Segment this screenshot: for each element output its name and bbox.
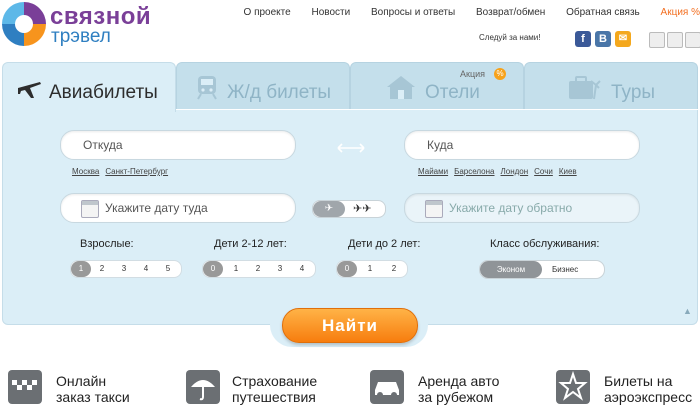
service-aeroexpress-line1: Билеты на xyxy=(604,373,673,389)
service-class-label: Класс обслуживания: xyxy=(490,238,600,250)
children-option[interactable]: 4 xyxy=(297,264,307,273)
tab-tours-label: Туры xyxy=(611,82,656,103)
service-class-selector[interactable]: Эконом Бизнес xyxy=(479,260,605,279)
follow-label: Следуй за нами! xyxy=(479,33,541,42)
nav-about[interactable]: О проекте xyxy=(244,7,291,18)
quick-link-kiev[interactable]: Киев xyxy=(559,167,577,176)
children-option[interactable]: 2 xyxy=(253,264,263,273)
children-selector[interactable]: 0 1 2 3 4 xyxy=(202,260,316,278)
one-way-plane-icon[interactable]: ✈ xyxy=(313,201,345,217)
quick-link-london[interactable]: Лондон xyxy=(501,167,529,176)
promo-badge: Акция xyxy=(460,69,485,79)
search-panel: Авиабилеты Ж/д билеты Отели Акция % Туры… xyxy=(2,62,698,325)
quick-link-moscow[interactable]: Москва xyxy=(72,167,99,176)
header: связной трэвел О проекте Новости Вопросы… xyxy=(0,0,700,62)
train-icon xyxy=(197,76,217,100)
collapse-arrow-icon[interactable]: ▲ xyxy=(683,306,695,316)
nav-news[interactable]: Новости xyxy=(311,7,350,18)
tab-tours[interactable]: Туры xyxy=(524,62,698,109)
taxi-icon xyxy=(8,370,42,404)
adults-option[interactable]: 2 xyxy=(97,264,107,273)
from-quick-links: Москва Санкт-Петербург xyxy=(72,167,174,176)
promo-percent-icon: % xyxy=(494,68,506,80)
mobile-app-icon[interactable] xyxy=(649,32,665,48)
house-icon xyxy=(387,76,415,99)
adults-option[interactable]: 3 xyxy=(119,264,129,273)
tab-flights-label: Авиабилеты xyxy=(49,82,158,103)
tab-trains-label: Ж/д билеты xyxy=(227,82,332,103)
vkontakte-icon[interactable]: В xyxy=(595,31,611,47)
car-icon xyxy=(370,370,404,404)
facebook-icon[interactable]: f xyxy=(575,31,591,47)
android-icon[interactable] xyxy=(667,32,683,48)
calendar-icon xyxy=(81,200,99,218)
date-back-placeholder: Укажите дату обратно xyxy=(449,201,573,215)
quick-link-miami[interactable]: Майами xyxy=(418,167,448,176)
infants-selector[interactable]: 0 1 2 xyxy=(336,260,408,278)
search-button[interactable]: Найти xyxy=(282,308,418,343)
date-back-input[interactable]: Укажите дату обратно xyxy=(404,193,640,223)
logo[interactable]: связной трэвел xyxy=(2,2,172,50)
calendar-icon xyxy=(425,200,443,218)
nav-faq[interactable]: Вопросы и ответы xyxy=(371,7,455,18)
class-business[interactable]: Бизнес xyxy=(552,261,578,278)
class-economy[interactable]: Эконом xyxy=(480,261,542,278)
trip-type-toggle[interactable]: ✈ ✈✈ xyxy=(312,200,386,218)
tab-hotels-label: Отели xyxy=(425,82,480,103)
date-there-placeholder: Укажите дату туда xyxy=(105,201,208,215)
nav-refund[interactable]: Возврат/обмен xyxy=(476,7,545,18)
top-navigation: О проекте Новости Вопросы и ответы Возвр… xyxy=(226,7,700,18)
children-label: Дети 2-12 лет: xyxy=(214,238,287,250)
swap-arrow-icon[interactable] xyxy=(337,143,365,153)
quick-link-sochi[interactable]: Сочи xyxy=(534,167,553,176)
round-trip-plane-icon[interactable]: ✈✈ xyxy=(353,201,371,217)
from-input[interactable]: Откуда xyxy=(60,130,296,160)
logo-mark-icon xyxy=(2,2,46,46)
service-car-rental-line1: Аренда авто xyxy=(418,373,500,389)
infants-option[interactable]: 2 xyxy=(389,264,399,273)
tab-hotels[interactable]: Отели Акция % xyxy=(350,62,524,109)
service-taxi-line2: заказ такси xyxy=(56,389,130,405)
mail-icon[interactable]: ✉ xyxy=(615,31,631,47)
infants-option[interactable]: 0 xyxy=(337,261,357,277)
tab-flights[interactable]: Авиабилеты xyxy=(2,62,176,112)
infants-label: Дети до 2 лет: xyxy=(348,238,421,250)
quick-link-barcelona[interactable]: Барселона xyxy=(454,167,494,176)
airplane-icon xyxy=(18,82,41,98)
quick-link-spb[interactable]: Санкт-Петербург xyxy=(105,167,168,176)
infants-option[interactable]: 1 xyxy=(365,264,375,273)
date-there-input[interactable]: Укажите дату туда xyxy=(60,193,296,223)
nav-feedback[interactable]: Обратная связь xyxy=(566,7,640,18)
suitcase-icon xyxy=(569,76,601,100)
logo-subtitle: трэвел xyxy=(51,26,111,47)
service-taxi-line1: Онлайн xyxy=(56,373,107,389)
adults-option[interactable]: 1 xyxy=(71,261,91,277)
nav-promo[interactable]: Акция % xyxy=(661,7,700,18)
apple-icon[interactable] xyxy=(685,32,700,48)
to-input[interactable]: Куда xyxy=(404,130,640,160)
train-ticket-icon xyxy=(556,370,590,404)
service-car-rental-line2: за рубежом xyxy=(418,389,494,405)
adults-label: Взрослые: xyxy=(80,238,134,250)
adults-option[interactable]: 5 xyxy=(163,264,173,273)
from-placeholder: Откуда xyxy=(83,138,123,152)
adults-option[interactable]: 4 xyxy=(141,264,151,273)
to-quick-links: Майами Барселона Лондон Сочи Киев xyxy=(418,167,583,176)
service-aeroexpress-line2: аэроэкспресс xyxy=(604,389,693,405)
children-option[interactable]: 0 xyxy=(203,261,223,277)
adults-selector[interactable]: 1 2 3 4 5 xyxy=(70,260,182,278)
tab-trains[interactable]: Ж/д билеты xyxy=(176,62,350,109)
service-insurance-line2: путешествия xyxy=(232,389,316,405)
service-insurance-line1: Страхование xyxy=(232,373,318,389)
to-placeholder: Куда xyxy=(427,138,454,152)
umbrella-icon xyxy=(186,370,220,404)
children-option[interactable]: 1 xyxy=(231,264,241,273)
children-option[interactable]: 3 xyxy=(275,264,285,273)
